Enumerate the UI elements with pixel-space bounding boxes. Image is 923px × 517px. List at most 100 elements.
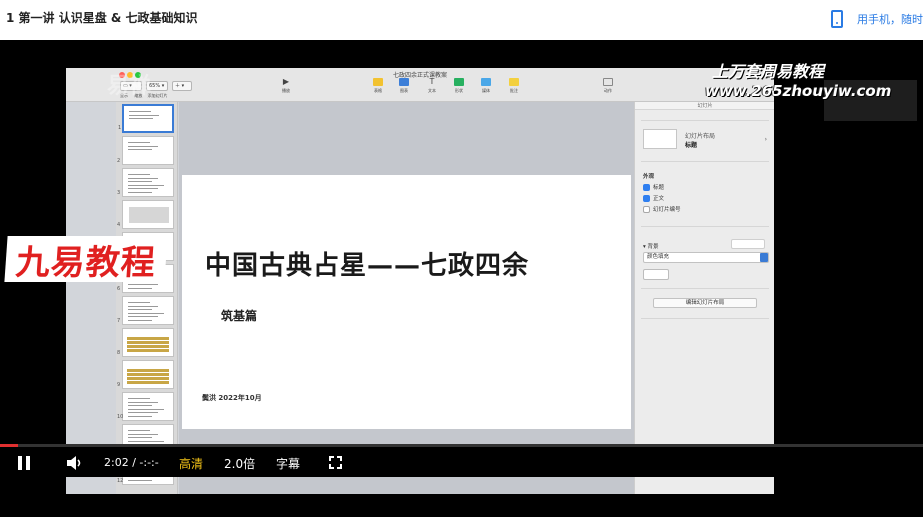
slide-thumbnail-number: 3: [117, 190, 121, 196]
slide-thumbnail: 4: [117, 200, 174, 229]
slide-navigator: 123456789101112: [116, 102, 178, 494]
slide-canvas: 中国古典占星——七政四余 筑基篇 鬓洪 2022年10月: [179, 102, 634, 494]
thumbnail-image: [129, 207, 169, 223]
slide-thumbnail-number: 10: [117, 414, 124, 420]
slide-thumbnail-number: 12: [117, 478, 124, 484]
checkbox-unchecked-icon: [643, 205, 650, 213]
table-icon: [373, 78, 383, 86]
thumbnail-text-line: [128, 305, 158, 307]
volume-icon[interactable]: [66, 455, 84, 471]
thumbnail-text-line: [128, 142, 150, 143]
slide-thumbnail-number: 4: [117, 222, 121, 228]
speed-button[interactable]: 2.0倍: [224, 455, 255, 472]
thumbnail-text-line: [128, 440, 164, 442]
thumbnail-text-line: [128, 405, 152, 406]
pause-icon[interactable]: [18, 456, 30, 470]
slide-title: 中国古典占星——七政四余: [205, 251, 530, 281]
thumbnail-text-line: [128, 408, 164, 410]
slide-thumbnail-number: 6: [117, 286, 121, 292]
thumbnail-text-line: [128, 284, 158, 285]
slide-thumbnail-number: 7: [117, 318, 121, 324]
thumbnail-text-line: [128, 149, 152, 150]
thumbnail-text-line: [128, 319, 152, 321]
thumbnail-table-row: [127, 373, 169, 376]
animate-icon: [603, 78, 613, 86]
shape-icon: [454, 78, 464, 86]
thumbnail-text-line: [128, 312, 164, 314]
course-title: 1 第一讲 认识星盘 & 七政基础知识: [6, 11, 198, 25]
slide-thumbnail-number: 8: [117, 350, 121, 356]
thumbnail-text-line: [128, 398, 150, 399]
media-icon: [481, 78, 491, 86]
video-frame: 七政四余正式课教案 ▭ ▾ 65% ▾ ＋ ▾ 显示 缩放 添加幻灯片 ▶ 播放…: [66, 68, 774, 494]
thumbnail-text-line: [128, 479, 152, 481]
thumbnail-text-line: [128, 174, 150, 175]
phone-icon: [831, 10, 843, 28]
thumbnail-table-row: [127, 381, 169, 384]
fullscreen-icon[interactable]: [329, 456, 342, 469]
table-button: 表格: [368, 78, 388, 100]
thumbnail-text-line: [128, 433, 158, 435]
background-swatch: [731, 239, 765, 249]
thumbnail-text-line: [128, 177, 158, 179]
layout-thumbnail: [643, 129, 677, 149]
thumbnail-text-line: [128, 181, 152, 182]
time-display: 2:02 / -:-:-: [104, 456, 159, 469]
quality-button[interactable]: 高清: [179, 455, 203, 472]
check-title: 标题: [643, 183, 664, 191]
thumbnail-table-row: [127, 349, 169, 352]
text-button: T 文本: [428, 77, 436, 94]
thumbnail-text-line: [128, 302, 150, 303]
chevron-right-icon: ›: [764, 136, 767, 143]
thumbnail-text-line: [128, 412, 158, 413]
layout-value: 标题: [685, 142, 698, 149]
comment-button: 批注: [504, 78, 524, 100]
slide-thumbnail-number: 1: [118, 125, 122, 131]
divider: [641, 288, 769, 289]
thumbnail-text-line: [128, 145, 158, 147]
select-arrow-icon: [760, 253, 768, 262]
thumbnail-text-line: [128, 401, 158, 403]
check-slide-number: 幻灯片编号: [643, 205, 681, 213]
comment-icon: [509, 78, 519, 86]
slide-author: 鬓洪 2022年10月: [202, 394, 262, 402]
shape-button: 形状: [449, 78, 469, 100]
edit-slide-layout-button: 编辑幻灯片布局: [653, 298, 757, 308]
thumbnail-text-line: [128, 191, 152, 193]
checkbox-checked-icon: [643, 183, 650, 191]
text-icon: T: [429, 77, 435, 86]
mobile-watch-link[interactable]: 用手机，随时: [831, 6, 923, 32]
animate-button: 动作: [598, 78, 618, 100]
thumbnail-table-row: [127, 369, 169, 372]
appearance-label: 外观: [643, 174, 655, 180]
keynote-document-title: 七政四余正式课教案: [392, 72, 447, 79]
slide-thumbnail: 3: [117, 168, 174, 197]
slide-thumbnail: 7: [117, 296, 174, 325]
play-slideshow-button: ▶ 播放: [282, 77, 290, 94]
slide-thumbnail: 2: [117, 136, 174, 165]
color-well: [643, 269, 669, 280]
thumbnail-table-row: [127, 345, 169, 348]
slide-thumbnail-number: 2: [117, 158, 121, 164]
slide-thumbnail: 8: [117, 328, 174, 357]
slide-subtitle: 筑基篇: [221, 309, 258, 323]
brand-watermark: 九易教程: [4, 236, 168, 283]
background-label: ▾ 背景: [643, 244, 659, 250]
thumbnail-text-line: [128, 437, 152, 438]
subtitles-button[interactable]: 字幕: [276, 455, 300, 472]
watermark-url: www.265zhouyiw.com: [705, 82, 892, 100]
checkbox-checked-icon: [643, 194, 650, 202]
thumbnail-table-row: [127, 377, 169, 380]
thumbnail-table-row: [127, 337, 169, 340]
slide-thumbnail: 9: [117, 360, 174, 389]
site-logo-watermark: 易禅: [107, 74, 152, 99]
media-button: 媒体: [476, 78, 496, 100]
watermark-title: 上万套周易教程: [712, 62, 825, 81]
check-body: 正文: [643, 194, 664, 202]
thumbnail-text-line: [128, 184, 164, 186]
thumbnail-text-line: [128, 309, 152, 310]
fill-type-select: 颜色填充: [643, 252, 769, 263]
progress-bar[interactable]: [0, 444, 923, 447]
thumbnail-text-line: [129, 114, 159, 116]
thumbnail-text-line: [128, 316, 158, 317]
